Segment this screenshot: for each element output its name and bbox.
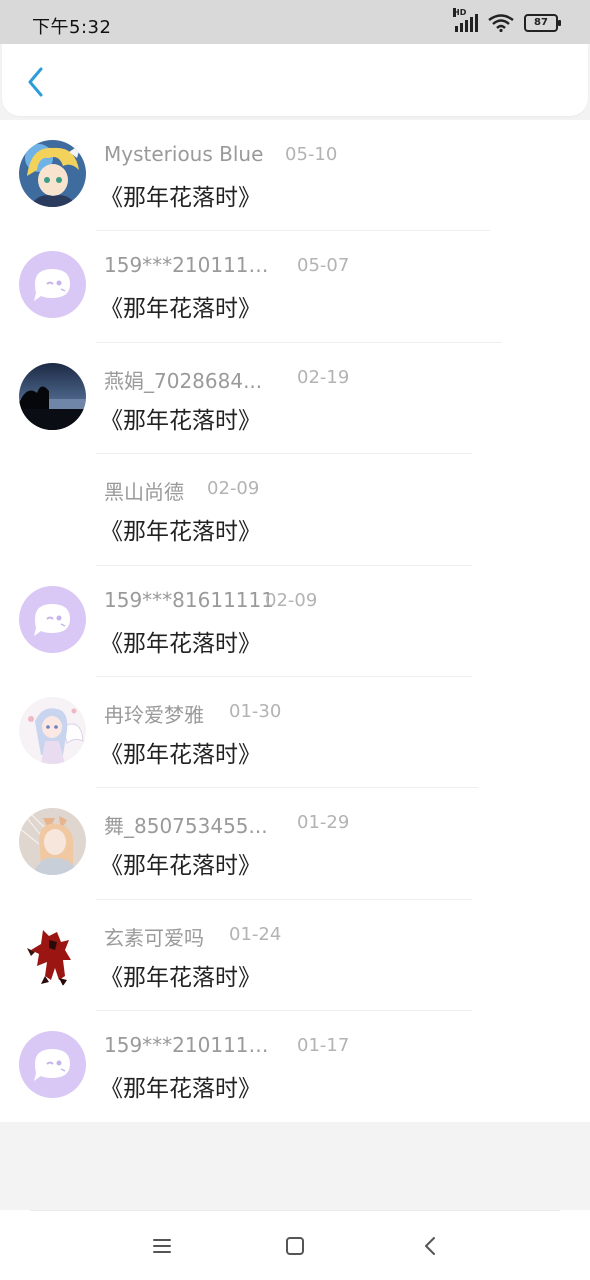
battery-icon: 87: [524, 14, 561, 32]
default-chat-avatar: [19, 1031, 86, 1099]
sender-name: 舞_850753455...: [104, 814, 268, 839]
message-title: 《那年花落时》: [100, 741, 261, 768]
message-title: 《那年花落时》: [100, 630, 261, 657]
message-title: 《那年花落时》: [100, 185, 261, 211]
sender-name: 燕娟_7028684...: [104, 368, 263, 393]
home-square-icon: [286, 1237, 304, 1255]
night-lake-avatar: [19, 362, 86, 430]
message-date: 02-09: [265, 589, 318, 611]
divider: [30, 1210, 560, 1211]
empty-area: [0, 1122, 590, 1210]
menu-button[interactable]: [147, 1232, 177, 1260]
anime-blonde-avatar: [19, 140, 86, 207]
network-label: HD: [453, 8, 467, 17]
list-item[interactable]: Mysterious Blue 05-10 《那年花落时》: [0, 120, 590, 232]
default-chat-avatar: [19, 585, 86, 653]
navigation-bar: [0, 1210, 590, 1280]
sender-name: 159***81611111: [104, 587, 274, 612]
message-date: 02-09: [207, 478, 260, 500]
status-bar: 下午5:32 HD 87: [0, 0, 590, 44]
message-title: 《那年花落时》: [100, 853, 261, 880]
list-item[interactable]: 159***21011111... 05-07 《那年花落时》: [0, 231, 590, 343]
chevron-left-icon: [28, 67, 43, 97]
back-triangle-icon: [425, 1237, 435, 1255]
message-title: 《那年花落时》: [100, 1076, 261, 1103]
message-date: 05-07: [297, 255, 350, 277]
message-title: 《那年花落时》: [100, 407, 261, 434]
message-date: 05-10: [285, 144, 338, 165]
message-list: Mysterious Blue 05-10 《那年花落时》 159***2101…: [0, 120, 590, 1122]
home-button[interactable]: [280, 1232, 310, 1260]
message-title: 《那年花落时》: [100, 964, 261, 991]
blank-avatar: [19, 474, 86, 542]
anime-angel-avatar: [19, 696, 86, 764]
cosplay-avatar: [19, 808, 86, 876]
default-chat-avatar: [19, 251, 86, 319]
signal-icon: HD: [453, 8, 478, 32]
list-item[interactable]: 159***81611111 02-09 《那年花落时》: [0, 566, 590, 677]
list-item[interactable]: 冉玲爱梦雅 01-30 《那年花落时》: [0, 677, 590, 789]
header: [2, 44, 588, 116]
message-date: 01-29: [297, 812, 350, 834]
sender-name: 159***21011111...: [104, 1033, 276, 1058]
sender-name: 159***21011111...: [104, 253, 276, 278]
list-item[interactable]: 玄素可爱吗 01-24 《那年花落时》: [0, 900, 590, 1012]
list-item[interactable]: 舞_850753455... 01-29 《那年花落时》: [0, 788, 590, 900]
sender-name: 黑山尚德: [104, 480, 184, 505]
list-item[interactable]: 燕娟_7028684... 02-19 《那年花落时》: [0, 343, 590, 455]
system-back-button[interactable]: [415, 1232, 445, 1260]
red-robot-avatar: [19, 919, 86, 987]
wifi-icon: [488, 14, 514, 32]
message-title: 《那年花落时》: [100, 296, 261, 323]
back-button[interactable]: [20, 64, 50, 100]
battery-level: 87: [534, 17, 548, 28]
sender-name: Mysterious Blue: [104, 142, 264, 166]
status-time: 下午5:32: [32, 17, 112, 38]
sender-name: 玄素可爱吗: [104, 925, 204, 950]
message-date: 01-17: [297, 1035, 350, 1057]
list-item[interactable]: 159***21011111... 01-17 《那年花落时》: [0, 1011, 590, 1122]
list-item[interactable]: 黑山尚德 02-09 《那年花落时》: [0, 454, 590, 566]
message-date: 01-24: [229, 923, 282, 945]
status-icons: HD 87: [453, 8, 561, 32]
message-date: 01-30: [229, 700, 282, 722]
message-date: 02-19: [297, 366, 350, 388]
menu-icon: [153, 1239, 171, 1253]
sender-name: 冉玲爱梦雅: [104, 702, 204, 727]
message-title: 《那年花落时》: [100, 519, 261, 546]
